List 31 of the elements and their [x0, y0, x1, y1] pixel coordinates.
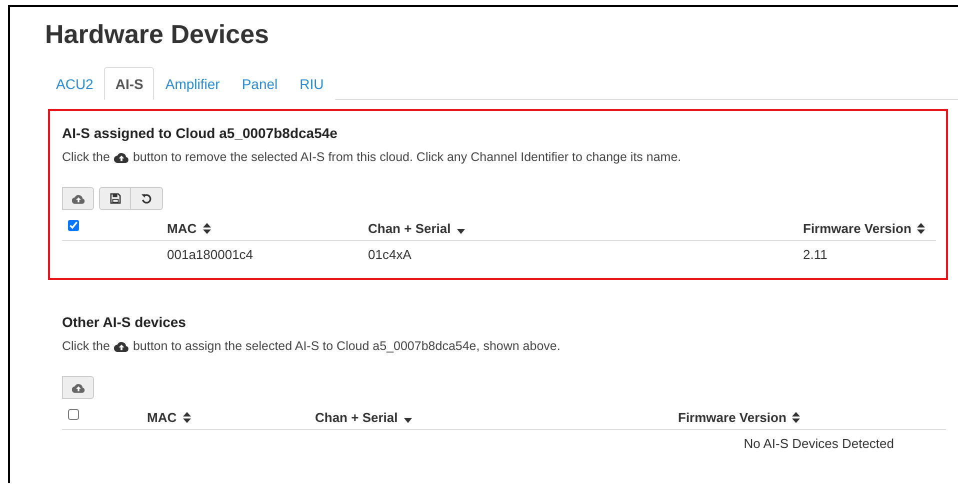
undo-button[interactable]: [131, 187, 163, 210]
description-text: button to assign the selected AI-S to Cloud a5_0007b8dca54e, shown above.: [132, 339, 560, 353]
table-cell: 01c4xA: [368, 247, 412, 262]
tab[interactable]: ACU2: [45, 67, 104, 100]
description-text: Click the: [62, 339, 110, 353]
description-text: Click the: [62, 150, 110, 164]
page-title: Hardware Devices: [45, 19, 270, 49]
cloud-upload-button[interactable]: [62, 187, 94, 210]
tab[interactable]: AI-S: [104, 67, 154, 100]
empty-message: No AI-S Devices Detected: [744, 436, 894, 451]
column-header[interactable]: MAC: [167, 221, 197, 236]
save-button[interactable]: [99, 187, 131, 210]
table-cell: 2.11: [803, 247, 828, 262]
column-header[interactable]: Firmware Version: [678, 410, 786, 425]
table-cell: 001a180001c4: [167, 247, 254, 262]
column-header[interactable]: MAC: [147, 410, 177, 425]
undo-icon: [141, 193, 152, 204]
select-all-checkbox[interactable]: [68, 409, 79, 420]
column-header[interactable]: Firmware Version: [803, 221, 912, 236]
cloud-upload-icon: [72, 194, 84, 204]
cloud-upload-icon: [114, 340, 129, 352]
section-heading: Other AI-S devices: [62, 314, 187, 330]
column-header[interactable]: Chan + Serial: [315, 410, 398, 425]
section-heading: AI-S assigned to Cloud a5_0007b8dca54e: [62, 125, 338, 141]
description-text: button to remove the selected AI-S from this cloud. Click any Channel Identifier to change its name.: [132, 150, 682, 164]
cloud-upload-icon: [72, 382, 84, 392]
save-icon: [110, 193, 120, 204]
select-all-checkbox[interactable]: [68, 220, 79, 231]
cloud-upload-button[interactable]: [62, 376, 94, 399]
column-header[interactable]: Chan + Serial: [368, 221, 451, 236]
cloud-upload-icon: [114, 152, 129, 162]
